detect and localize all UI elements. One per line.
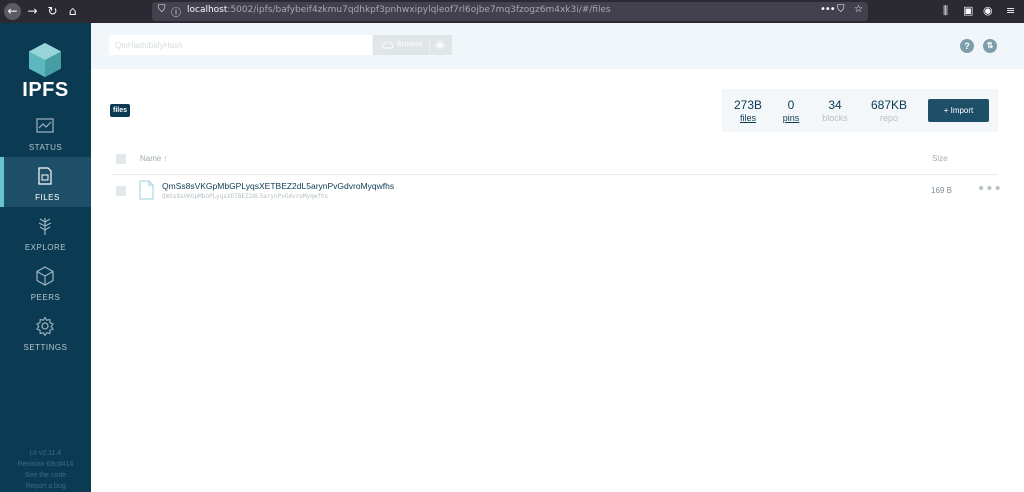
stat-pins[interactable]: 0 pins	[779, 98, 803, 124]
sidebar-item-explore[interactable]: EXPLORE	[0, 207, 91, 257]
forward-icon[interactable]: →	[24, 3, 41, 20]
top-bar: Browse ? ⇅	[91, 23, 1024, 69]
cloud-icon	[381, 41, 393, 49]
browser-toolbar: ← → ↻ ⌂ ⛉ ⓘ localhost:5002/ipfs/bafybeif…	[0, 0, 1024, 23]
ui-version: UI v2.11.4	[29, 450, 62, 457]
see-code-link[interactable]: See the code	[0, 470, 91, 481]
status-icon	[36, 118, 54, 133]
app-logo-text: IPFS	[22, 79, 69, 101]
settings-icon	[36, 316, 54, 336]
row-checkbox[interactable]	[116, 186, 126, 196]
connection-status-icon[interactable]: ⇅	[983, 39, 997, 53]
select-all-checkbox[interactable]	[116, 154, 126, 164]
ipld-explore-icon[interactable]	[434, 39, 446, 51]
file-cid: QmSs8sVKGpMbGPLyqsXETBEZ2dL5arynPvGdvroM…	[162, 193, 329, 200]
import-button[interactable]: + Import	[928, 99, 989, 122]
more-options-icon[interactable]: •••	[977, 181, 1002, 197]
stat-label[interactable]: files	[731, 112, 765, 124]
stat-value: 0	[787, 98, 795, 112]
url-text[interactable]: localhost:5002/ipfs/bafybeif4zkmu7qdhkpf…	[187, 5, 611, 15]
files-icon	[38, 167, 52, 185]
file-size: 169 B	[931, 186, 952, 195]
stat-repo: 687KB repo	[867, 98, 911, 124]
library-icon[interactable]: ⫼	[943, 4, 948, 18]
sidebar-item-label: EXPLORE	[24, 243, 67, 252]
browse-label: Browse	[397, 40, 423, 48]
help-icon[interactable]: ?	[960, 39, 974, 53]
sidebar-item-settings[interactable]: SETTINGS	[0, 307, 91, 357]
report-bug-link[interactable]: Report a bug	[0, 481, 91, 492]
sidebar-item-label: FILES	[35, 193, 60, 202]
url-host: localhost	[187, 5, 228, 15]
page-info-icon[interactable]: ⓘ	[171, 4, 181, 19]
page-actions-icon[interactable]: •••	[820, 4, 836, 15]
sidebar-item-label: SETTINGS	[23, 343, 68, 352]
table-header-divider	[112, 174, 998, 175]
sidebar-item-files[interactable]: FILES	[0, 157, 91, 207]
back-icon[interactable]: ←	[4, 3, 21, 20]
stat-value: 687KB	[870, 98, 908, 112]
revision-link[interactable]: Revision 69cd414	[0, 459, 91, 470]
url-bar[interactable]: ⛉ ⓘ localhost:5002/ipfs/bafybeif4zkmu7qd…	[152, 2, 868, 21]
file-name[interactable]: QmSs8sVKGpMbGPLyqsXETBEZ2dL5arynPvGdvroM…	[162, 181, 394, 191]
ipfs-logo-icon	[29, 43, 61, 77]
stat-label: repo	[879, 113, 898, 123]
name-column-header[interactable]: Name ↑	[140, 154, 168, 163]
sidebar: IPFS STATUS FILES EXPLORE PEERS SETTINGS…	[0, 23, 91, 492]
stat-blocks: 34 blocks	[817, 98, 853, 124]
browse-button[interactable]: Browse	[373, 35, 452, 55]
url-path: :5002/ipfs/bafybeif4zkmu7qdhkpf3pnhwxipy…	[227, 5, 611, 15]
sidebar-item-label: PEERS	[30, 293, 61, 302]
breadcrumb[interactable]: files	[110, 104, 131, 117]
stat-value: 273B	[733, 98, 763, 112]
stat-label: blocks	[822, 113, 848, 123]
account-icon[interactable]: ◉	[983, 4, 993, 17]
sidebar-footer: UI v2.11.4 Revision 69cd414 See the code…	[0, 448, 91, 492]
sidebar-item-status[interactable]: STATUS	[0, 107, 91, 157]
sidebar-item-peers[interactable]: PEERS	[0, 257, 91, 307]
bookmark-star-icon[interactable]: ☆	[854, 4, 863, 15]
stat-label[interactable]: pins	[779, 112, 803, 124]
peers-icon	[36, 266, 54, 286]
sidebar-item-label: STATUS	[28, 143, 63, 152]
stat-value: 34	[828, 98, 842, 112]
pocket-icon[interactable]: ⛉	[837, 4, 845, 15]
reload-icon[interactable]: ↻	[44, 3, 61, 20]
browse-divider	[429, 37, 430, 53]
home-icon[interactable]: ⌂	[64, 3, 81, 20]
hash-search-input[interactable]	[109, 35, 372, 55]
menu-icon[interactable]: ≡	[1006, 4, 1015, 17]
explore-icon	[38, 218, 52, 235]
file-icon	[139, 180, 154, 200]
shield-icon[interactable]: ⛉	[158, 4, 166, 15]
stat-files[interactable]: 273B files	[731, 98, 765, 124]
sidebar-toggle-icon[interactable]: ▣	[963, 4, 973, 17]
size-column-header[interactable]: Size	[932, 154, 948, 163]
